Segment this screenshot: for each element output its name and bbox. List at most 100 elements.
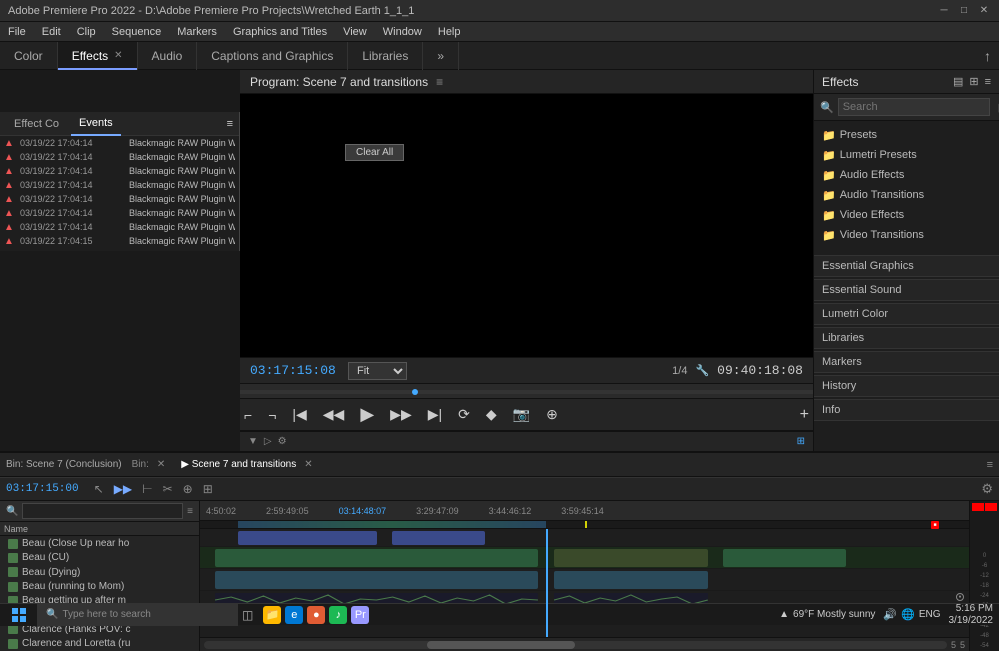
menu-edit[interactable]: Edit [40,26,63,38]
libraries-section[interactable]: Libraries [814,327,999,349]
tab-effects-close[interactable]: ✕ [114,50,122,61]
clip-block[interactable] [723,549,846,567]
timeline-menu[interactable]: ≡ [987,459,993,471]
track-select-tool[interactable]: ▶▶ [111,481,135,497]
selection-tool[interactable]: ↖ [91,481,107,497]
menu-help[interactable]: Help [436,26,463,38]
chrome-icon[interactable]: ● [307,606,325,624]
essential-sound-section[interactable]: Essential Sound [814,279,999,301]
explorer-icon[interactable]: 📁 [263,606,281,624]
clock[interactable]: 5:16 PM 3/19/2022 [949,603,994,627]
more-tools[interactable]: ⊞ [200,481,216,497]
timeline-scrollbar[interactable]: 5 5 [200,637,969,651]
tab-events[interactable]: Events [71,112,121,136]
menu-view[interactable]: View [341,26,369,38]
effects-item-presets[interactable]: 📁 Presets [814,125,999,145]
export-button[interactable]: ⊕ [542,404,562,425]
clip-block[interactable] [238,531,376,545]
mark-out-button[interactable]: ¬ [264,405,280,425]
network-icon[interactable]: 🌐 [901,608,915,621]
program-scrubber[interactable] [240,383,813,399]
effects-view-toggle[interactable]: ▤ [953,75,963,88]
task-view-button[interactable]: ◫ [238,608,257,622]
close-button[interactable]: ✕ [977,4,991,18]
scrollbar-thumb[interactable] [427,641,576,649]
menu-window[interactable]: Window [381,26,424,38]
project-item-beau-cu[interactable]: Beau (Close Up near ho [0,536,199,550]
menu-sequence[interactable]: Sequence [110,26,164,38]
sequence-tab[interactable]: ▶ Scene 7 and transitions [181,459,296,470]
project-item-beau-dying[interactable]: Beau (Dying) [0,565,199,579]
timecode-display[interactable]: 03:17:15:08 [250,363,340,378]
tab-color[interactable]: Color [0,42,58,70]
clip-block[interactable] [215,571,538,589]
timeline-timecode[interactable]: 03:17:15:00 [6,483,79,495]
effects-item-video-effects[interactable]: 📁 Video Effects [814,205,999,225]
premiere-icon[interactable]: Pr [351,606,369,624]
wrench-icon[interactable]: 🔧 [695,364,709,377]
effects-item-video-transitions[interactable]: 📁 Video Transitions [814,225,999,245]
camera-button[interactable]: 📷 [509,404,534,425]
show-hidden-icon[interactable]: ▲ [779,609,789,620]
effects-icon-view[interactable]: ⊞ [969,75,978,88]
ripple-edit-tool[interactable]: ⊢ [139,481,155,497]
add-marker-button[interactable]: ◆ [482,404,501,425]
effects-search-input[interactable] [838,98,990,116]
tab-audio[interactable]: Audio [138,42,198,70]
play-in-to-out-icon[interactable]: ▷ [264,436,272,447]
slip-tool[interactable]: ⊕ [180,481,196,497]
spotify-icon[interactable]: ♪ [329,606,347,624]
project-search-input[interactable] [22,503,183,519]
step-forward-button[interactable]: ▶▶ [386,404,416,425]
zoom-dropdown[interactable]: Fit 25% 50% 100% [348,362,407,380]
taskbar-search-box[interactable]: 🔍 Type here to search [38,604,238,626]
tab-libraries[interactable]: Libraries [348,42,423,70]
events-panel-menu[interactable]: ≡ [227,118,233,130]
restore-button[interactable]: □ [957,4,971,18]
menu-graphics[interactable]: Graphics and Titles [231,26,329,38]
go-to-in-button[interactable]: |◀ [288,404,310,425]
program-monitor-menu[interactable]: ≡ [436,75,443,89]
clip-block[interactable] [554,571,708,589]
sequence-close[interactable]: ✕ [304,459,312,470]
filter-icon[interactable]: ▼ [248,436,258,447]
markers-section[interactable]: Markers [814,351,999,373]
effects-item-audio-effects[interactable]: 📁 Audio Effects [814,165,999,185]
share-button[interactable]: ↑ [984,48,991,64]
speaker-icon[interactable]: 🔊 [883,608,897,621]
scrollbar-track[interactable] [204,641,947,649]
effects-item-audio-transitions[interactable]: 📁 Audio Transitions [814,185,999,205]
loop-button[interactable]: ⟳ [454,404,474,425]
mark-in-button[interactable]: ⌐ [240,405,256,425]
timeline-settings[interactable]: ⚙ [981,481,993,497]
clear-all-button[interactable]: Clear All [345,144,404,161]
settings-icon[interactable]: ⚙ [278,436,287,447]
play-pause-button[interactable]: ▶ [356,402,378,427]
edge-icon[interactable]: e [285,606,303,624]
step-back-button[interactable]: ◀◀ [319,404,349,425]
start-button[interactable] [0,604,38,626]
project-item-clarence-loretta[interactable]: Clarence and Loretta (ru [0,637,199,651]
go-to-out-button[interactable]: ▶| [424,404,446,425]
clip-block[interactable] [392,531,484,545]
clip-block[interactable] [215,549,538,567]
add-track-button[interactable]: + [796,404,813,426]
safe-margin-icon[interactable]: ⊞ [797,436,805,447]
minimize-button[interactable]: ─ [937,4,951,18]
project-item-beau-running[interactable]: Beau (running to Mom) [0,579,199,593]
razor-tool[interactable]: ✂ [160,481,176,497]
menu-markers[interactable]: Markers [175,26,219,38]
tab-more[interactable]: » [423,42,459,70]
essential-graphics-section[interactable]: Essential Graphics [814,255,999,277]
menu-clip[interactable]: Clip [75,26,98,38]
bin-close[interactable]: ✕ [157,459,165,470]
history-section[interactable]: History [814,375,999,397]
effects-panel-menu[interactable]: ≡ [985,76,991,88]
info-section[interactable]: Info [814,399,999,421]
project-item-beau-cu2[interactable]: Beau (CU) [0,551,199,565]
list-view-icon[interactable]: ≡ [187,506,193,517]
tab-effect-controls[interactable]: Effect Co [6,112,67,136]
timeline-ruler[interactable]: 4:50:02 2:59:49:05 03:14:48:07 3:29:47:0… [200,501,969,521]
effects-item-lumetri[interactable]: 📁 Lumetri Presets [814,145,999,165]
tab-effects[interactable]: Effects ✕ [58,42,138,70]
